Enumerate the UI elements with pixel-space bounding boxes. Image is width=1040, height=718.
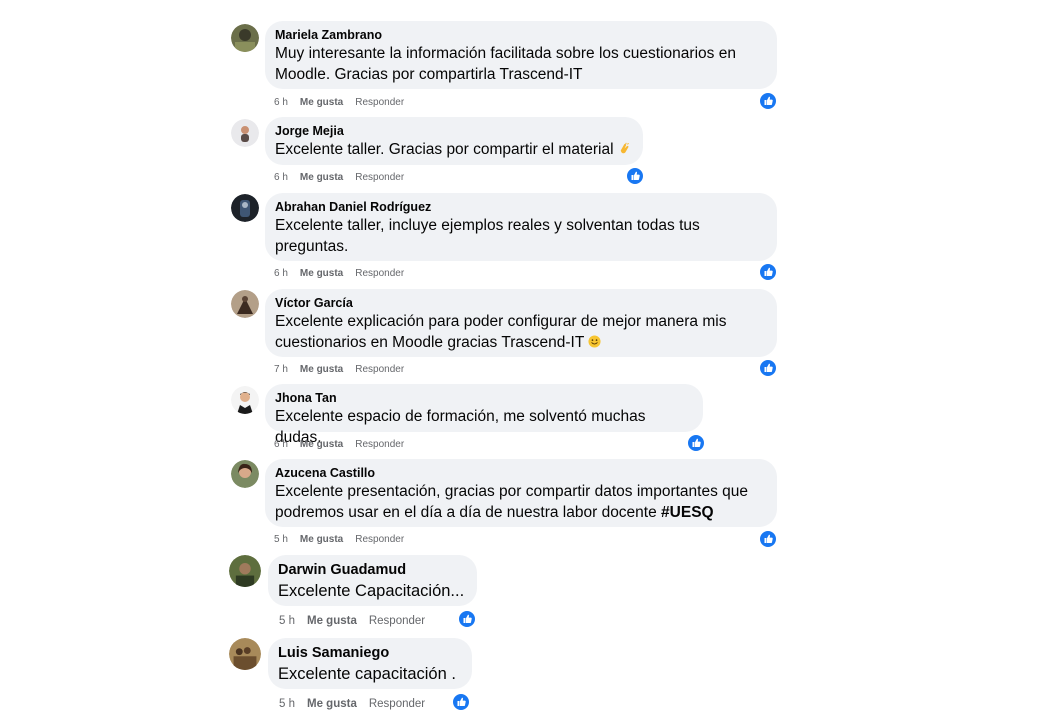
comment-text: Excelente taller, incluye ejemplos reale… (275, 217, 700, 255)
avatar[interactable] (229, 638, 261, 670)
comment-bubble: Jhona Tan Excelente espacio de formación… (265, 384, 703, 446)
comment-text: Excelente Capacitación... (278, 582, 465, 600)
avatar[interactable] (231, 290, 259, 318)
comment-actions: 6 h Me gusta Responder (274, 268, 404, 279)
author-name[interactable]: Jhona Tan (275, 390, 691, 406)
author-name[interactable]: Darwin Guadamud (278, 561, 465, 580)
comment-bubble: Luis Samaniego Excelente capacitación . (268, 638, 472, 689)
reply-button[interactable]: Responder (355, 439, 404, 450)
like-icon[interactable] (758, 358, 778, 378)
like-button[interactable]: Me gusta (300, 439, 343, 450)
comment-actions: 6 h Me gusta Responder (274, 172, 404, 183)
timestamp[interactable]: 6 h (274, 439, 288, 450)
comment-bubble: Abrahan Daniel Rodríguez Excelente talle… (265, 193, 777, 261)
like-icon[interactable] (451, 692, 471, 712)
timestamp[interactable]: 5 h (279, 615, 295, 627)
like-button[interactable]: Me gusta (307, 615, 357, 627)
avatar[interactable] (231, 386, 259, 414)
like-button[interactable]: Me gusta (300, 534, 343, 545)
comment-bubble: Víctor García Excelente explicación para… (265, 289, 777, 357)
author-name[interactable]: Abrahan Daniel Rodríguez (275, 199, 765, 215)
avatar[interactable] (231, 24, 259, 52)
timestamp[interactable]: 5 h (274, 534, 288, 545)
comment-bubble: Jorge Mejia Excelente taller. Gracias po… (265, 117, 643, 165)
author-name[interactable]: Luis Samaniego (278, 644, 460, 663)
author-name[interactable]: Azucena Castillo (275, 465, 765, 481)
like-icon[interactable] (758, 529, 778, 549)
timestamp[interactable]: 7 h (274, 364, 288, 375)
comment-text: Muy interesante la información facilitad… (275, 45, 736, 83)
comment-actions: 5 h Me gusta Responder (274, 534, 404, 545)
reply-button[interactable]: Responder (355, 364, 404, 375)
reply-button[interactable]: Responder (355, 268, 404, 279)
hashtag-link[interactable]: #UESQ (661, 504, 714, 521)
like-button[interactable]: Me gusta (307, 698, 357, 710)
comment-actions: 6 h Me gusta Responder (274, 439, 404, 450)
comment-text: Excelente explicación para poder configu… (275, 311, 765, 353)
timestamp[interactable]: 6 h (274, 97, 288, 108)
comment-bubble: Darwin Guadamud Excelente Capacitación..… (268, 555, 477, 606)
comment-text: Excelente presentación, gracias por comp… (275, 481, 765, 523)
comment-text: Excelente capacitación . (278, 665, 456, 683)
like-button[interactable]: Me gusta (300, 172, 343, 183)
author-name[interactable]: Mariela Zambrano (275, 27, 765, 43)
avatar[interactable] (229, 555, 261, 587)
like-icon[interactable] (625, 166, 645, 186)
like-icon[interactable] (457, 609, 477, 629)
like-button[interactable]: Me gusta (300, 364, 343, 375)
timestamp[interactable]: 5 h (279, 698, 295, 710)
comment-actions: 6 h Me gusta Responder (274, 97, 404, 108)
author-name[interactable]: Víctor García (275, 295, 765, 311)
timestamp[interactable]: 6 h (274, 268, 288, 279)
comment-actions: 5 h Me gusta Responder (279, 698, 425, 710)
smiling-face-emoji (588, 335, 601, 348)
author-name[interactable]: Jorge Mejia (275, 123, 631, 139)
clapping-hands-emoji (620, 142, 629, 154)
comment-bubble: Azucena Castillo Excelente presentación,… (265, 459, 777, 527)
like-button[interactable]: Me gusta (300, 97, 343, 108)
avatar[interactable] (231, 119, 259, 147)
comment-text-body: Excelente explicación para poder configu… (275, 313, 727, 351)
reply-button[interactable]: Responder (369, 615, 425, 627)
like-icon[interactable] (686, 433, 706, 453)
like-button[interactable]: Me gusta (300, 268, 343, 279)
reply-button[interactable]: Responder (355, 97, 404, 108)
comment-text: Excelente taller. Gracias por compartir … (275, 139, 631, 160)
comment-bubble: Mariela Zambrano Muy interesante la info… (265, 21, 777, 89)
timestamp[interactable]: 6 h (274, 172, 288, 183)
reply-button[interactable]: Responder (369, 698, 425, 710)
comment-actions: 7 h Me gusta Responder (274, 364, 404, 375)
like-icon[interactable] (758, 262, 778, 282)
avatar[interactable] (231, 194, 259, 222)
reply-button[interactable]: Responder (355, 534, 404, 545)
comment-actions: 5 h Me gusta Responder (279, 615, 425, 627)
avatar[interactable] (231, 460, 259, 488)
reply-button[interactable]: Responder (355, 172, 404, 183)
like-icon[interactable] (758, 91, 778, 111)
comment-text-body: Excelente taller. Gracias por compartir … (275, 141, 614, 158)
